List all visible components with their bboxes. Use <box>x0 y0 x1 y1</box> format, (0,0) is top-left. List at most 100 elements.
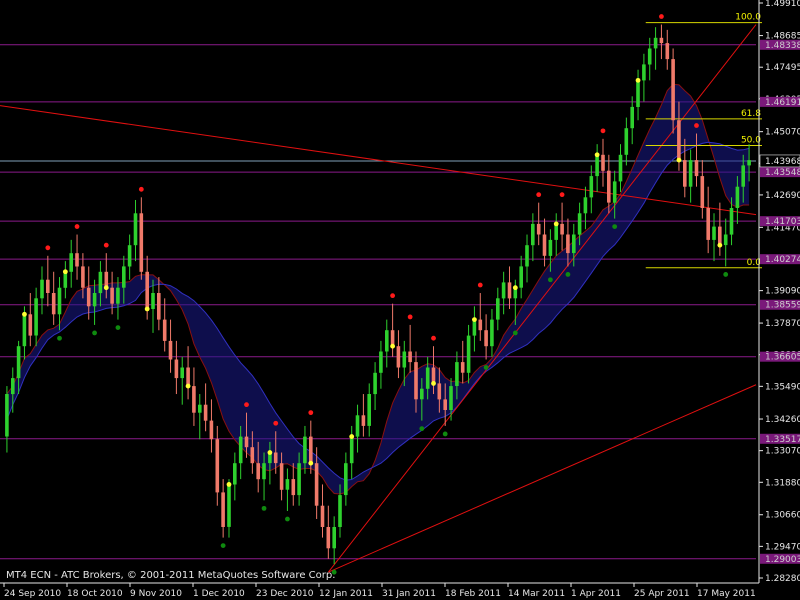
x-tick-label: 25 Apr 2011 <box>634 589 690 599</box>
candle-body <box>408 351 412 363</box>
candle <box>630 96 634 145</box>
candle-body <box>51 293 56 315</box>
neutral-signal-dot <box>103 285 109 291</box>
candle <box>642 53 646 102</box>
level-price-label: 1.48338 <box>765 41 800 51</box>
candle <box>344 452 348 506</box>
candle <box>531 213 535 262</box>
candle-body <box>536 223 541 235</box>
candle-body <box>326 527 331 549</box>
candle-body <box>460 362 465 373</box>
candle-body <box>548 239 553 256</box>
candle-body <box>618 154 623 182</box>
candle <box>326 505 331 559</box>
candle <box>69 239 73 288</box>
candle <box>46 255 50 307</box>
x-tick-label: 31 Jan 2011 <box>382 589 436 599</box>
candle <box>233 452 237 501</box>
candle-body <box>677 120 681 161</box>
candle <box>215 425 220 506</box>
candle-body <box>256 463 260 480</box>
candle-body <box>349 436 354 464</box>
candle-body <box>379 351 383 373</box>
candle-body <box>595 154 599 177</box>
candle-body <box>712 226 716 240</box>
neutral-signal-dot <box>185 383 191 389</box>
buy-signal-dot <box>483 365 489 370</box>
candle-body <box>496 298 500 320</box>
neutral-signal-dot <box>267 450 273 455</box>
candle-body <box>57 287 62 315</box>
buy-signal-dot <box>419 426 425 432</box>
price-chart[interactable]: 100.0 61.8 50.0 0.0 1.49910 1.48685 1.47495 1.… <box>0 0 800 600</box>
candle-body <box>186 367 190 387</box>
candle <box>659 24 664 60</box>
candle-body <box>314 463 319 506</box>
candle <box>221 479 225 538</box>
candle-body <box>671 59 675 121</box>
chart-canvas[interactable]: 100.061.850.00.0 1.499101.486851.474951.… <box>0 0 800 600</box>
candle-body <box>747 160 751 166</box>
candle <box>34 287 38 347</box>
candle-body <box>589 176 594 198</box>
x-tick-label: 9 Nov 2010 <box>130 589 182 599</box>
candle-body <box>81 266 85 288</box>
candle-body <box>577 213 582 235</box>
candle-body <box>466 335 471 373</box>
candle-body <box>694 160 699 177</box>
candle <box>472 306 477 352</box>
candle <box>332 516 336 565</box>
neutral-signal-dot <box>144 306 150 312</box>
candle <box>40 266 44 315</box>
candle <box>203 383 208 432</box>
sell-signal-dot <box>477 282 483 288</box>
candle-body <box>11 378 15 395</box>
candle-body <box>718 226 722 246</box>
candles[interactable] <box>5 24 751 565</box>
candle-body <box>344 463 348 496</box>
candle-body <box>162 319 167 341</box>
neutral-signal-dot <box>390 343 396 349</box>
candle-body <box>566 234 570 254</box>
candle <box>192 367 196 426</box>
candle <box>501 271 506 315</box>
candle <box>408 324 412 373</box>
buy-signal-dot <box>512 330 518 336</box>
candle-body <box>127 245 132 267</box>
candle <box>595 144 599 193</box>
candle <box>460 340 465 384</box>
current-price-label: 1.43968 <box>765 157 800 167</box>
candle <box>653 27 658 70</box>
candle <box>28 293 33 347</box>
x-tick-label: 23 Dec 2010 <box>256 589 314 599</box>
candle <box>583 186 588 230</box>
sell-signal-dot <box>536 192 542 198</box>
y-tick-label: 1.37870 <box>765 319 800 329</box>
fib-level-label: 61.8 <box>741 109 761 119</box>
candle-body <box>531 223 535 246</box>
sell-signal-dot <box>308 410 314 416</box>
neutral-signal-dot <box>717 242 723 248</box>
candle <box>700 160 705 219</box>
y-tick-label: 1.31880 <box>765 478 800 488</box>
candle-body <box>180 367 184 379</box>
candle-body <box>490 319 494 347</box>
candle-body <box>601 154 605 171</box>
candle-body <box>16 346 21 379</box>
support-trendline-steep <box>327 24 757 573</box>
candle-body <box>22 314 27 347</box>
candle <box>75 234 79 280</box>
candle <box>180 356 184 405</box>
candle <box>379 340 383 389</box>
candle <box>51 271 56 325</box>
buy-signal-dot <box>547 277 553 283</box>
level-price-label: 1.40274 <box>765 255 800 265</box>
y-tick-label: 1.29470 <box>765 542 800 552</box>
neutral-signal-dot <box>635 77 641 83</box>
sell-signal-dot <box>390 293 396 299</box>
candle <box>361 394 366 437</box>
candle-body <box>5 394 9 437</box>
candle <box>618 144 623 193</box>
candle-body <box>122 266 126 288</box>
neutral-signal-dot <box>431 381 436 386</box>
